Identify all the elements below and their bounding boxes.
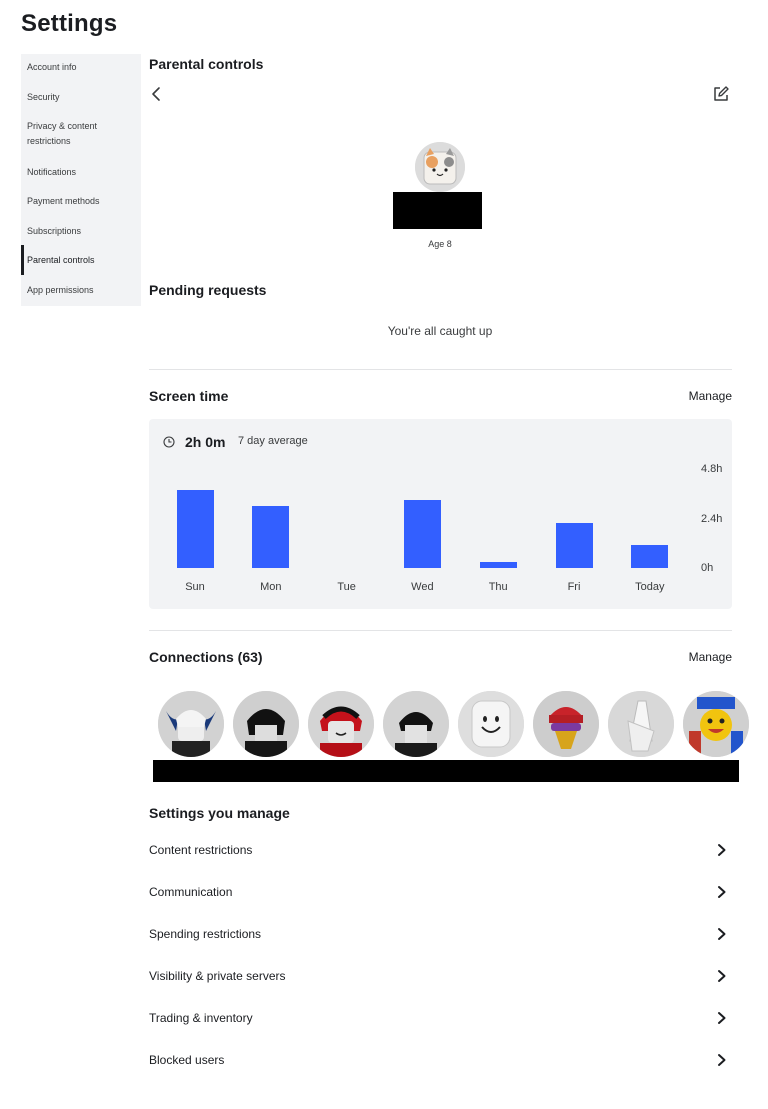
connection-avatar[interactable] [458,691,524,757]
day-label-mon: Mon [260,581,282,593]
screen-time-total: 2h 0m [185,434,226,450]
day-label-thu: Thu [488,581,508,593]
connection-avatar[interactable] [683,691,749,757]
main-content: Parental controls Age 8 Pending requests… [147,0,749,1109]
sidebar-item-label: restrictions [27,136,71,146]
edit-icon[interactable] [711,84,731,104]
page-title: Settings [21,10,118,37]
bar-today [631,545,669,568]
divider [149,369,732,370]
parental-controls-title: Parental controls [149,56,264,72]
connections-manage-link[interactable]: Manage [689,650,732,664]
screen-time-manage-link[interactable]: Manage [689,389,732,403]
day-label-tue: Tue [337,581,356,593]
setting-label: Spending restrictions [149,927,262,941]
sidebar-item-parental-controls[interactable]: Parental controls [21,245,141,275]
screen-time-caption: 7 day average [238,435,308,447]
setting-row-content-restrictions[interactable]: Content restrictions [149,843,732,873]
child-avatar [415,142,465,192]
redacted-username [393,192,482,229]
setting-label: Blocked users [149,1053,225,1067]
chevron-right-icon [716,842,728,858]
cat-avatar-icon [415,142,465,192]
day-label-fri: Fri [567,581,581,593]
sidebar-item-payment-methods[interactable]: Payment methods [21,194,141,209]
bar-thu [479,562,517,568]
back-arrow-icon[interactable] [147,84,167,104]
day-label-today: Today [635,581,665,593]
sidebar-item-privacy[interactable]: Privacy & content restrictions [21,119,141,149]
sidebar-item-account-info[interactable]: Account info [21,60,141,75]
setting-label: Communication [149,885,233,899]
settings-sidebar: Account info Security Privacy & content … [21,54,141,306]
chevron-right-icon [716,884,728,900]
setting-label: Visibility & private servers [149,969,286,983]
sidebar-item-subscriptions[interactable]: Subscriptions [21,224,141,239]
connection-avatar[interactable] [233,691,299,757]
pending-requests-title: Pending requests [149,282,267,298]
day-label-wed: Wed [411,581,434,593]
setting-row-visibility[interactable]: Visibility & private servers [149,969,732,999]
bar-sun [176,490,214,568]
sidebar-item-app-permissions[interactable]: App permissions [21,283,141,298]
child-age: Age 8 [428,239,452,249]
bar-fri [555,523,593,568]
chevron-right-icon [716,926,728,942]
chevron-right-icon [716,1010,728,1026]
y-tick-label: 4.8h [701,463,723,475]
connection-avatar[interactable] [608,691,674,757]
screen-time-title: Screen time [149,388,229,404]
sidebar-item-notifications[interactable]: Notifications [21,165,141,180]
y-tick-label: 0h [701,562,714,574]
divider [149,630,732,631]
sidebar-item-security[interactable]: Security [21,90,141,105]
bar-mon [252,506,290,568]
screen-time-card: 2h 0m 7 day average 4.8h 2.4h 0h Sun Mon T… [149,419,732,609]
redacted-connection-names [153,760,739,782]
chevron-right-icon [716,1052,728,1068]
bar-wed [403,500,441,568]
connection-avatar[interactable] [308,691,374,757]
connection-avatar[interactable] [533,691,599,757]
setting-row-spending-restrictions[interactable]: Spending restrictions [149,927,732,957]
settings-you-manage-title: Settings you manage [149,805,290,821]
y-tick-label: 2.4h [701,513,723,525]
day-label-sun: Sun [185,581,205,593]
setting-row-communication[interactable]: Communication [149,885,732,915]
pending-empty-text: You're all caught up [387,324,493,338]
setting-label: Content restrictions [149,843,253,857]
setting-row-blocked-users[interactable]: Blocked users [149,1053,732,1083]
clock-icon [163,435,175,448]
sidebar-item-label: Privacy & content [27,121,98,131]
setting-row-trading-inventory[interactable]: Trading & inventory [149,1011,732,1041]
setting-label: Trading & inventory [149,1011,253,1025]
connection-avatar[interactable] [383,691,449,757]
connection-avatar[interactable] [158,691,224,757]
chevron-right-icon [716,968,728,984]
connections-title: Connections (63) [149,649,263,665]
